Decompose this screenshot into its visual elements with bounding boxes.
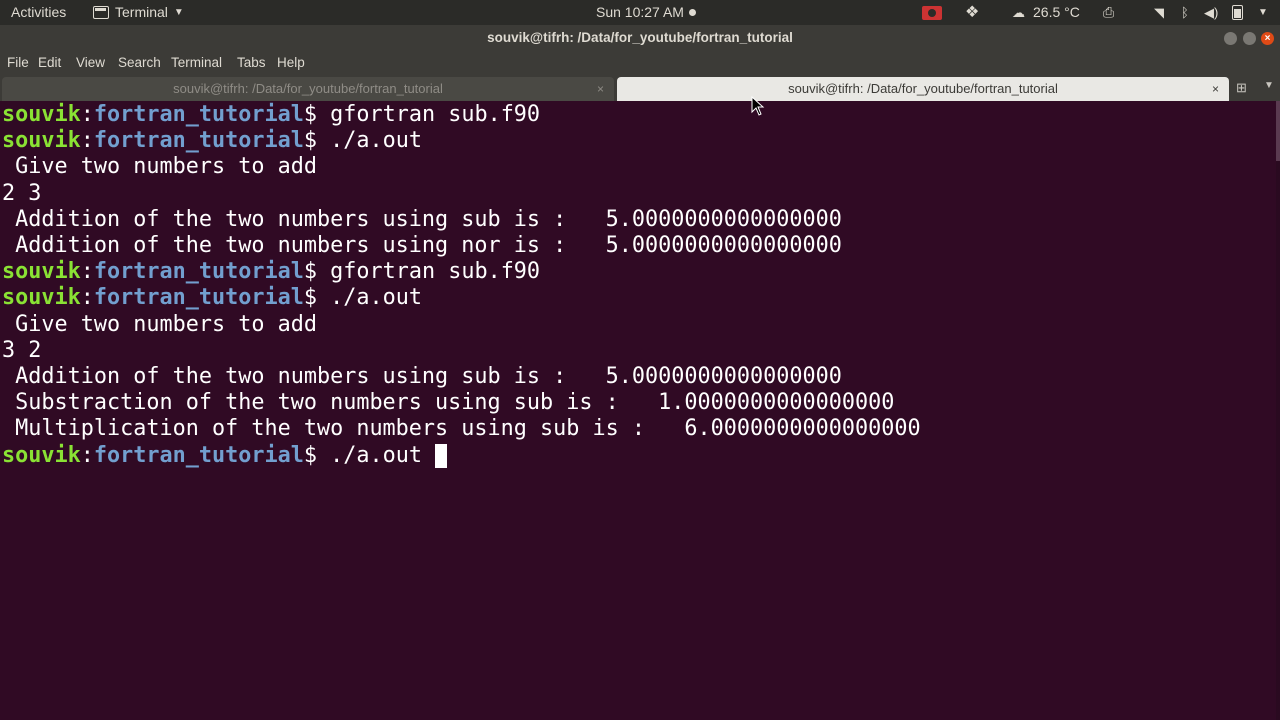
bluetooth-icon[interactable]: ᛒ xyxy=(1181,5,1189,20)
command-text: gfortran sub.f90 xyxy=(316,102,541,127)
menu-terminal[interactable]: Terminal xyxy=(171,55,222,70)
tab-terminal-2[interactable]: souvik@tifrh: /Data/for_youtube/fortran_… xyxy=(617,77,1229,101)
volume-icon[interactable]: ◀) xyxy=(1204,5,1218,20)
wifi-icon[interactable]: ◥ xyxy=(1154,5,1164,20)
prompt-colon: : xyxy=(80,285,94,311)
output-line: Addition of the two numbers using nor is… xyxy=(2,233,842,258)
menu-bar: File Edit View Search Terminal Tabs Help xyxy=(0,52,1280,75)
tab-close-icon[interactable]: × xyxy=(597,77,604,101)
output-line: Multiplication of the two numbers using … xyxy=(2,416,921,442)
prompt-line: souvik:fortran_tutorial$ gfortran sub.f9… xyxy=(2,102,540,128)
prompt-symbol: $ xyxy=(303,102,317,127)
output-line: Addition of the two numbers using sub is… xyxy=(2,364,842,389)
command-text: ./a.out xyxy=(316,442,436,468)
window-title: souvik@tifrh: /Data/for_youtube/fortran_… xyxy=(487,30,793,45)
menu-tabs[interactable]: Tabs xyxy=(237,55,266,70)
tab-label: souvik@tifrh: /Data/for_youtube/fortran_… xyxy=(173,81,443,96)
prompt-colon: : xyxy=(80,259,94,285)
tab-bar: souvik@tifrh: /Data/for_youtube/fortran_… xyxy=(0,75,1280,101)
temperature-label[interactable]: 26.5 °C xyxy=(1033,0,1080,25)
prompt-user: souvik xyxy=(2,259,81,285)
app-menu[interactable]: Terminal ▼ xyxy=(93,0,184,25)
terminal-scrollbar[interactable] xyxy=(1276,101,1280,720)
prompt-colon: : xyxy=(80,102,94,127)
clock[interactable]: Sun 10:27 AM xyxy=(596,0,696,25)
prompt-colon: : xyxy=(80,442,94,468)
tab-terminal-1[interactable]: souvik@tifrh: /Data/for_youtube/fortran_… xyxy=(2,77,614,101)
menu-file[interactable]: File xyxy=(7,55,29,70)
maximize-button[interactable] xyxy=(1243,32,1256,45)
command-text: gfortran sub.f90 xyxy=(316,259,541,285)
clock-label: Sun 10:27 AM xyxy=(596,4,684,20)
window-titlebar[interactable]: souvik@tifrh: /Data/for_youtube/fortran_… xyxy=(0,25,1280,52)
scrollbar-thumb[interactable] xyxy=(1276,101,1280,161)
menu-search[interactable]: Search xyxy=(118,55,161,70)
battery-icon[interactable] xyxy=(1232,5,1243,20)
dropbox-icon[interactable]: ❖ xyxy=(965,5,983,21)
output-line: Addition of the two numbers using sub is… xyxy=(2,206,842,232)
top-bar: Activities Terminal ▼ Sun 10:27 AM ❖ ☁ 2… xyxy=(0,0,1280,25)
command-text: ./a.out xyxy=(316,128,422,154)
prompt-symbol: $ xyxy=(303,259,317,285)
output-line: Give two numbers to add xyxy=(2,154,317,180)
prompt-line: souvik:fortran_tutorial$ gfortran sub.f9… xyxy=(2,259,540,285)
activities-button[interactable]: Activities xyxy=(11,0,66,25)
prompt-symbol: $ xyxy=(303,285,317,311)
prompt-line: souvik:fortran_tutorial$ ./a.out xyxy=(2,285,422,311)
prompt-dir: fortran_tutorial xyxy=(93,285,304,311)
output-line: Give two numbers to add xyxy=(2,311,317,337)
text-cursor xyxy=(435,443,448,468)
prompt-user: souvik xyxy=(2,128,81,154)
terminal-icon xyxy=(93,6,109,19)
prompt-dir: fortran_tutorial xyxy=(93,259,304,285)
command-text: ./a.out xyxy=(316,285,422,311)
tab-menu-chevron-icon[interactable]: ▼ xyxy=(1264,80,1274,91)
system-menu-chevron-icon[interactable]: ▼ xyxy=(1258,5,1268,20)
prompt-user: souvik xyxy=(2,285,81,311)
weather-icon[interactable]: ☁ xyxy=(1012,5,1030,20)
prompt-dir: fortran_tutorial xyxy=(93,102,304,127)
app-menu-label: Terminal xyxy=(115,4,168,20)
prompt-symbol: $ xyxy=(303,128,317,154)
minimize-button[interactable] xyxy=(1224,32,1237,45)
menu-edit[interactable]: Edit xyxy=(38,55,61,70)
menu-view[interactable]: View xyxy=(76,55,105,70)
prompt-symbol: $ xyxy=(303,442,317,468)
screen-record-icon[interactable] xyxy=(922,6,942,20)
menu-help[interactable]: Help xyxy=(277,55,305,70)
tab-label: souvik@tifrh: /Data/for_youtube/fortran_… xyxy=(788,81,1058,96)
prompt-dir: fortran_tutorial xyxy=(93,128,304,154)
new-tab-icon[interactable]: ⊞ xyxy=(1236,80,1247,96)
printer-icon[interactable]: ⎙ xyxy=(1103,5,1114,20)
prompt-line: souvik:fortran_tutorial$ ./a.out xyxy=(2,128,422,154)
chevron-down-icon: ▼ xyxy=(173,7,184,18)
notification-dot-icon xyxy=(688,9,696,16)
output-line: 3 2 xyxy=(2,337,42,363)
output-line: Substraction of the two numbers using su… xyxy=(2,390,895,416)
prompt-user: souvik xyxy=(2,442,81,468)
prompt-colon: : xyxy=(80,128,94,154)
prompt-line: souvik:fortran_tutorial$ ./a.out xyxy=(2,442,448,469)
prompt-dir: fortran_tutorial xyxy=(93,442,304,468)
terminal-output[interactable]: souvik:fortran_tutorial$ gfortran sub.f9… xyxy=(0,101,1276,720)
prompt-user: souvik xyxy=(2,102,81,127)
close-window-button[interactable]: × xyxy=(1261,32,1274,45)
tab-close-icon[interactable]: × xyxy=(1212,77,1219,101)
output-line: 2 3 xyxy=(2,180,42,206)
